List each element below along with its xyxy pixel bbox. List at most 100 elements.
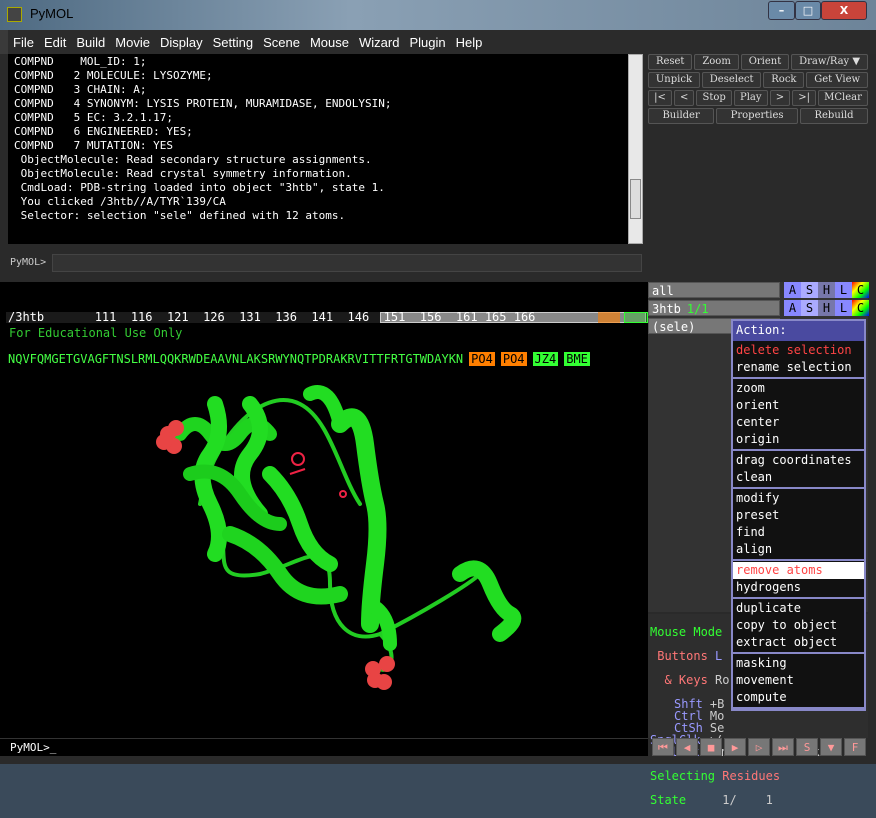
hetero-jz4[interactable]: JZ4 — [532, 352, 559, 366]
movie-control-4[interactable]: ▷ — [748, 738, 770, 756]
button-nav[interactable]: |< — [648, 90, 672, 106]
output-line: COMPND 4 SYNONYM: LYSIS PROTEIN, MURAMID… — [14, 97, 392, 110]
button-nav[interactable]: >| — [792, 90, 817, 106]
menu-group: remove atoms hydrogens — [733, 561, 864, 599]
menu-group: drag coordinates clean — [733, 451, 864, 489]
button-builder[interactable]: Builder — [648, 108, 715, 124]
maximize-button[interactable]: □ — [795, 1, 821, 20]
button-deselect[interactable]: Deselect — [701, 72, 762, 88]
menu-item-copy-to-object[interactable]: copy to object — [733, 617, 864, 634]
hetero-po4[interactable]: PO4 — [469, 352, 495, 366]
menu-plugin[interactable]: Plugin — [404, 30, 450, 50]
helix — [303, 385, 347, 431]
minimize-button[interactable]: – — [768, 1, 795, 20]
menu-help[interactable]: Help — [451, 30, 488, 50]
menu-item-compute[interactable]: compute — [733, 689, 864, 706]
menu-item-origin[interactable]: origin — [733, 431, 864, 448]
scroll-thumb[interactable] — [630, 179, 641, 219]
protein-cartoon[interactable] — [0, 324, 648, 738]
output-log: COMPND MOL_ID: 1; COMPND 2 MOLECULE: LYSO… — [8, 54, 628, 244]
menu-build[interactable]: Build — [71, 30, 110, 50]
menu-item-zoom[interactable]: zoom — [733, 380, 864, 397]
hetero-bme[interactable]: BME — [564, 352, 590, 366]
movie-control-8[interactable]: F — [844, 738, 866, 756]
menu-setting[interactable]: Setting — [208, 30, 258, 50]
menu-item-duplicate[interactable]: duplicate — [733, 600, 864, 617]
output-line: ObjectMolecule: Read secondary structure… — [14, 153, 372, 166]
sequence-residues[interactable]: NQVFQMGETGVAGFTNSLRMLQQKRWDEAAVNLAKSRWYN… — [8, 352, 463, 366]
button-stop[interactable]: Stop — [696, 90, 732, 106]
menu-movie[interactable]: Movie — [110, 30, 155, 50]
3d-viewer[interactable]: For Educational Use Only — [0, 324, 648, 738]
menu-item-masking[interactable]: masking — [733, 655, 864, 672]
movie-control-7[interactable]: ▼ — [820, 738, 842, 756]
object-state: 1/1 — [686, 302, 709, 316]
output-line: Selector: selection "sele" defined with … — [14, 209, 346, 222]
menu-item-align[interactable]: align — [733, 541, 864, 558]
menu-item-extract-object[interactable]: extract object — [733, 634, 864, 651]
object-3htb[interactable]: 3htb 1/1 — [648, 300, 780, 316]
button-rock[interactable]: Rock — [763, 72, 805, 88]
menu-wizard[interactable]: Wizard — [354, 30, 404, 50]
object-name: (sele) — [652, 320, 696, 334]
button-getview[interactable]: Get View — [806, 72, 868, 88]
menu-item-preset[interactable]: preset — [733, 507, 864, 524]
menu-item-hydrogens[interactable]: hydrogens — [733, 579, 864, 596]
menu-item-orient[interactable]: orient — [733, 397, 864, 414]
movie-control-1[interactable]: ◀ — [676, 738, 698, 756]
button-mclear[interactable]: MClear — [818, 90, 868, 106]
button-properties[interactable]: Properties — [716, 108, 799, 124]
button-drawray[interactable]: Draw/Ray ▼ — [791, 54, 868, 70]
button-nav[interactable]: > — [769, 90, 791, 106]
keys-label: & Keys — [664, 673, 708, 687]
menu-item-modify[interactable]: modify — [733, 490, 864, 507]
menu-item-rename-selection[interactable]: rename selection — [733, 359, 864, 376]
object-l-button[interactable]: L — [835, 300, 852, 316]
object-s-button[interactable]: S — [801, 300, 818, 316]
menu-edit[interactable]: Edit — [39, 30, 71, 50]
object-c-button[interactable]: C — [852, 300, 869, 316]
button-reset[interactable]: Reset — [648, 54, 693, 70]
button-row: |< < Stop Play > >| MClear — [648, 90, 868, 106]
helix — [452, 560, 522, 642]
object-h-button[interactable]: H — [818, 282, 835, 298]
movie-control-3[interactable]: ▶ — [724, 738, 746, 756]
hetero-po4[interactable]: PO4 — [500, 352, 527, 366]
menu-item-remove-atoms[interactable]: remove atoms — [733, 562, 864, 579]
menu-item-center[interactable]: center — [733, 414, 864, 431]
movie-control-6[interactable]: S — [796, 738, 818, 756]
output-line: COMPND 2 MOLECULE: LYSOZYME; — [14, 69, 213, 82]
object-l-button[interactable]: L — [835, 282, 852, 298]
command-input[interactable] — [52, 254, 642, 272]
movie-control-5[interactable]: ⏭ — [772, 738, 794, 756]
menu-item-movement[interactable]: movement — [733, 672, 864, 689]
button-unpick[interactable]: Unpick — [648, 72, 700, 88]
close-button[interactable]: X — [821, 1, 867, 20]
object-all[interactable]: all — [648, 282, 780, 298]
menu-scene[interactable]: Scene — [258, 30, 305, 50]
menu-display[interactable]: Display — [155, 30, 208, 50]
output-line: COMPND 7 MUTATION: YES — [14, 139, 173, 152]
button-play[interactable]: Play — [733, 90, 768, 106]
button-zoom[interactable]: Zoom — [694, 54, 739, 70]
button-rebuild[interactable]: Rebuild — [800, 108, 869, 124]
button-nav[interactable]: < — [673, 90, 695, 106]
movie-control-2[interactable]: ■ — [700, 738, 722, 756]
menu-item-clean[interactable]: clean — [733, 469, 864, 486]
object-c-button[interactable]: C — [852, 282, 869, 298]
output-scrollbar[interactable] — [628, 54, 643, 244]
object-s-button[interactable]: S — [801, 282, 818, 298]
menu-item-find[interactable]: find — [733, 524, 864, 541]
viewer-command-line[interactable]: PyMOL>_ — [0, 738, 648, 756]
title-bar: PyMOL – □ X — [0, 0, 876, 30]
button-orient[interactable]: Orient — [740, 54, 790, 70]
menu-file[interactable]: File — [8, 30, 39, 50]
object-h-button[interactable]: H — [818, 300, 835, 316]
sequence-viewer[interactable]: /3htb 111 116 121 126 131 136 141 146 15… — [0, 282, 648, 366]
movie-control-0[interactable]: ⏮ — [652, 738, 674, 756]
menu-item-drag-coordinates[interactable]: drag coordinates — [733, 452, 864, 469]
object-a-button[interactable]: A — [784, 282, 801, 298]
object-a-button[interactable]: A — [784, 300, 801, 316]
menu-item-delete-selection[interactable]: delete selection — [733, 342, 864, 359]
menu-mouse[interactable]: Mouse — [305, 30, 354, 50]
